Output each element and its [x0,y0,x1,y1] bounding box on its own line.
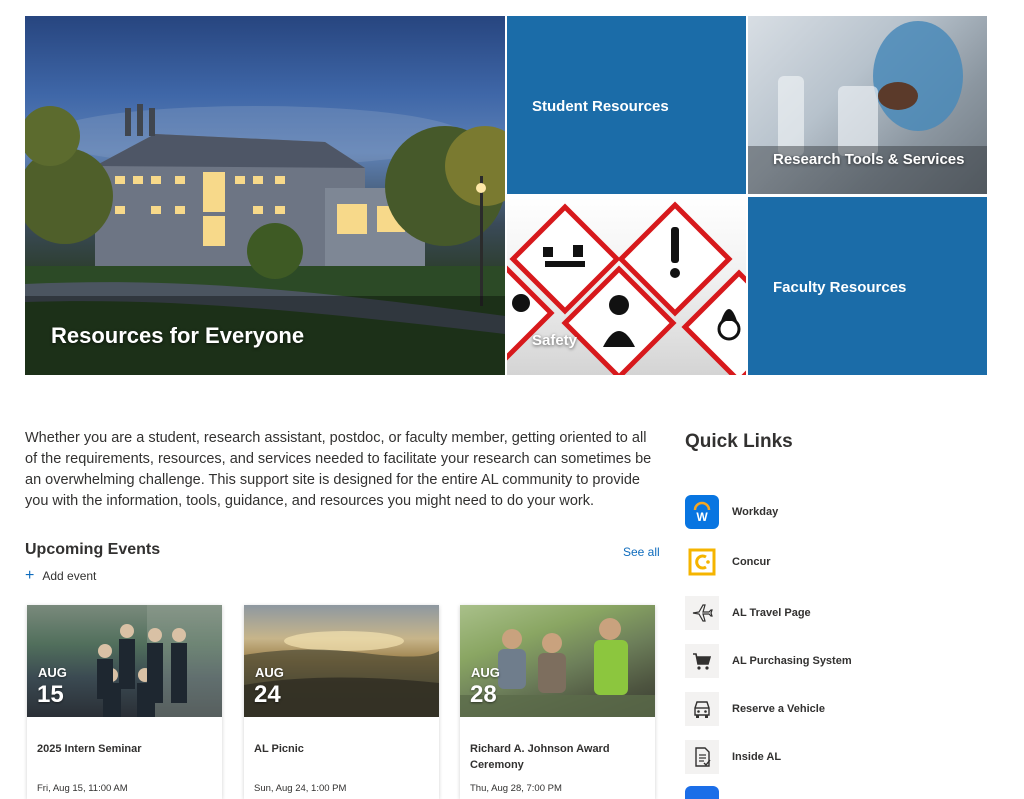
hero-tile-safety[interactable]: Safety [507,197,746,375]
intro-paragraph: Whether you are a student, research assi… [25,430,652,509]
event-photo: AUG 28 [460,605,655,717]
airplane-icon [685,596,719,630]
quick-link-inside-al[interactable]: Inside AL [685,740,781,774]
quick-link-label: Inside AL [732,751,782,763]
event-month: AUG [38,665,67,680]
event-card[interactable]: AUG 28 Richard A. Johnson Award Ceremony… [460,605,655,799]
hero-tile-label: Student Resources [532,98,669,115]
event-photo: AUG 24 [244,605,439,717]
app-tile-icon[interactable] [685,786,719,799]
quick-link-label: Concur [732,556,771,568]
event-card[interactable]: AUG 15 2025 Intern Seminar Fri, Aug 15, … [27,605,222,799]
hero-main-label: Resources for Everyone [51,323,305,348]
add-event-label: Add event [42,569,97,583]
event-month: AUG [255,665,284,680]
hero-tile-label: Faculty Resources [773,279,907,296]
event-title: Richard A. Johnson Award Ceremony [470,743,610,771]
quick-link-workday[interactable]: W Workday [685,495,778,529]
quick-link-concur[interactable]: Concur [685,545,771,579]
hero-tile-faculty-resources[interactable]: Faculty Resources [748,197,987,375]
event-date: Fri, Aug 15, 11:00 AM [37,783,128,794]
event-title: AL Picnic [254,743,304,755]
quick-link-label: AL Purchasing System [732,655,852,667]
hero-tile-label: Research Tools & Services [773,151,965,168]
vehicle-icon [685,692,719,726]
shopping-cart-icon [685,644,719,678]
hero-mosaic: Resources for Everyone Student Resources… [25,16,987,375]
event-month: AUG [471,665,500,680]
workday-logo-icon: W [685,495,719,529]
hero-tile-student-resources[interactable]: Student Resources [507,16,746,194]
event-date: Thu, Aug 28, 7:00 PM [470,783,562,794]
quick-links-title: Quick Links [685,431,793,452]
campus-building-image [25,104,505,375]
quick-link-label: Reserve a Vehicle [732,703,825,715]
hero-tile-label: Safety [532,332,578,349]
add-event-button[interactable]: + Add event [25,567,97,584]
event-photo: AUG 15 [27,605,222,717]
event-day: 15 [37,681,64,708]
hero-tile-resources-for-everyone[interactable]: Resources for Everyone [25,16,505,375]
event-date: Sun, Aug 24, 1:00 PM [254,783,347,794]
quick-link-label: AL Travel Page [732,607,811,619]
document-icon [685,740,719,774]
event-day: 24 [254,681,281,708]
hero-tile-research-tools[interactable]: Research Tools & Services [748,16,987,194]
event-card[interactable]: AUG 24 AL Picnic Sun, Aug 24, 1:00 PM [244,605,439,799]
concur-logo-icon [685,545,719,579]
quick-link-vehicle[interactable]: Reserve a Vehicle [685,692,825,726]
quick-link-travel[interactable]: AL Travel Page [685,596,811,630]
see-all-events-link[interactable]: See all [623,545,660,559]
quick-link-purchasing[interactable]: AL Purchasing System [685,644,852,678]
plus-icon: + [25,567,35,584]
event-day: 28 [470,681,497,708]
quick-link-label: Workday [732,506,779,518]
event-title: 2025 Intern Seminar [37,743,142,755]
svg-text:W: W [696,510,708,524]
events-section-title: Upcoming Events [25,541,161,558]
